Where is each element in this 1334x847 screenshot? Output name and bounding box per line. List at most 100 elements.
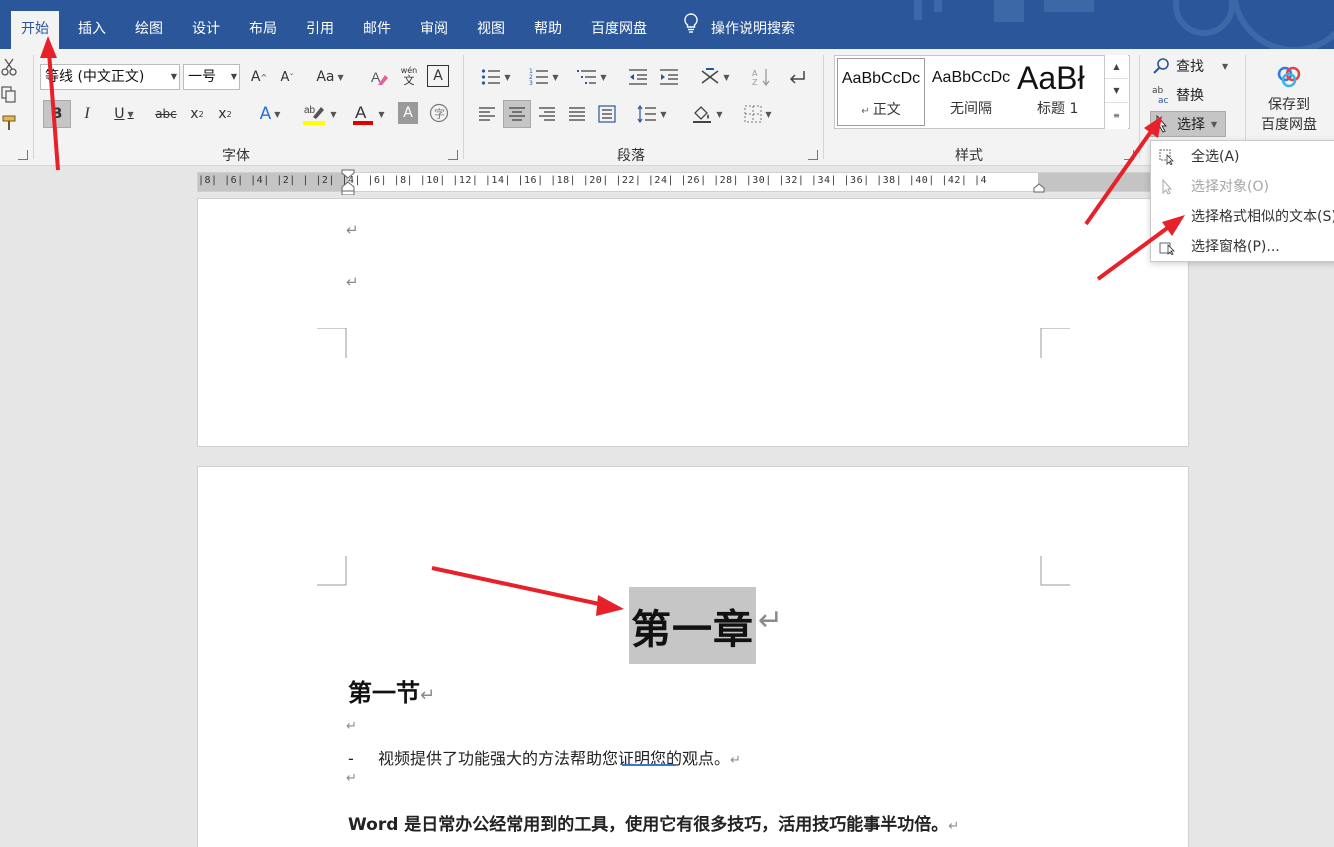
character-shading-button[interactable]: A bbox=[398, 102, 418, 124]
tab-references[interactable]: 引用 bbox=[306, 11, 334, 49]
tab-layout[interactable]: 布局 bbox=[249, 11, 277, 49]
highlight-color-button[interactable]: ab ▼ bbox=[298, 100, 340, 128]
font-color-button[interactable]: A ▼ bbox=[347, 100, 389, 128]
indent-marker-icon[interactable] bbox=[341, 169, 355, 195]
align-left-icon[interactable] bbox=[476, 103, 498, 125]
chapter-heading[interactable]: 第一章 bbox=[629, 587, 756, 664]
paragraph-mark: ↵ bbox=[420, 685, 436, 706]
selection-pane-icon bbox=[1159, 242, 1175, 255]
tab-home[interactable]: 开始 bbox=[11, 11, 59, 49]
subscript-button[interactable]: x2 bbox=[186, 102, 208, 126]
style-preview: AaBł bbox=[1017, 60, 1085, 96]
replace-button[interactable]: ab ac 替换 bbox=[1152, 82, 1204, 108]
sort-icon[interactable]: AZ bbox=[751, 66, 773, 88]
baidu-label-2: 百度网盘 bbox=[1261, 117, 1317, 133]
bullet-line[interactable]: - 视频提供了功能强大的方法帮助您证明您的观点。↵ bbox=[348, 745, 741, 769]
horizontal-ruler[interactable]: |8| |6| |4| |2| | |2| |4| |6| |8| |10| |… bbox=[197, 169, 1188, 195]
scroll-up-icon[interactable]: ▲ bbox=[1105, 55, 1128, 79]
show-formatting-marks-icon[interactable] bbox=[786, 66, 808, 88]
bullets-button[interactable]: ▼ bbox=[476, 66, 516, 88]
separator bbox=[463, 55, 464, 159]
format-painter-icon[interactable] bbox=[0, 113, 18, 133]
find-button[interactable]: 查找 ▼ bbox=[1152, 53, 1228, 79]
cut-icon[interactable] bbox=[0, 57, 18, 77]
document-page-1[interactable]: ↵ ↵ bbox=[197, 198, 1189, 447]
bullet-dash: - bbox=[348, 749, 354, 768]
tab-mailings[interactable]: 邮件 bbox=[363, 11, 391, 49]
clear-formatting-icon[interactable]: A bbox=[368, 66, 390, 88]
document-page-2[interactable]: 第一章 ↵ 第一节↵ ↵ - 视频提供了功能强大的方法帮助您证明您的观点。↵ ↵ … bbox=[197, 466, 1189, 847]
grow-font-icon[interactable]: A ^ bbox=[248, 66, 270, 88]
bold-paragraph[interactable]: Word 是日常办公经常用到的工具，使用它有很多技巧，活用技巧能事半功倍。↵ bbox=[348, 810, 959, 835]
chevron-down-icon: ▼ bbox=[170, 72, 177, 81]
underline-button[interactable]: U ▼ bbox=[106, 102, 142, 126]
multilevel-list-button[interactable]: ▼ bbox=[572, 66, 612, 88]
tell-me-search[interactable]: 操作说明搜索 bbox=[683, 11, 795, 49]
line-spacing-button[interactable]: ▼ bbox=[632, 103, 672, 125]
svg-text:字: 字 bbox=[434, 107, 445, 121]
style-no-spacing[interactable]: AaBbCcDc 无间隔 bbox=[927, 58, 1015, 126]
tab-draw[interactable]: 绘图 bbox=[135, 11, 163, 49]
select-button[interactable]: 选择 ▼ bbox=[1150, 111, 1227, 137]
font-size-box[interactable]: 一号 ▼ bbox=[183, 64, 240, 90]
tab-view[interactable]: 视图 bbox=[477, 11, 505, 49]
superscript-button[interactable]: x2 bbox=[214, 102, 236, 126]
scroll-down-icon[interactable]: ▼ bbox=[1105, 79, 1128, 103]
tab-review[interactable]: 审阅 bbox=[420, 11, 448, 49]
text-effects-button[interactable]: A ▼ bbox=[250, 102, 290, 126]
style-name: 无间隔 bbox=[950, 101, 992, 117]
decrease-indent-icon[interactable] bbox=[626, 66, 650, 88]
enclose-characters-icon[interactable]: 字 bbox=[428, 102, 450, 124]
save-to-baidu-button[interactable]: 保存到 百度网盘 bbox=[1256, 59, 1322, 139]
separator bbox=[1139, 55, 1140, 159]
svg-text:A: A bbox=[355, 103, 367, 122]
paragraph-mark: ↵ bbox=[346, 719, 357, 734]
character-border-icon[interactable]: A bbox=[427, 65, 449, 87]
phonetic-guide-icon[interactable]: wén 文 bbox=[397, 64, 421, 88]
menu-item-select-similar-formatting[interactable]: 选择格式相似的文本(S) bbox=[1151, 203, 1334, 231]
align-center-button[interactable] bbox=[503, 100, 531, 128]
svg-text:Z: Z bbox=[752, 78, 758, 87]
borders-button[interactable]: ▼ bbox=[737, 103, 779, 125]
menu-item-select-objects[interactable]: 选择对象(O) bbox=[1151, 173, 1334, 201]
menu-item-select-all[interactable]: 全选(A) bbox=[1151, 143, 1334, 171]
align-right-icon[interactable] bbox=[536, 103, 558, 125]
distributed-icon[interactable] bbox=[596, 103, 618, 125]
separator bbox=[33, 55, 34, 159]
section-heading-text: 第一节 bbox=[348, 679, 420, 707]
style-preview: AaBbCcDc bbox=[841, 70, 921, 87]
font-dialog-launcher[interactable] bbox=[448, 150, 458, 160]
section-heading[interactable]: 第一节↵ bbox=[348, 673, 435, 708]
paragraph-dialog-launcher[interactable] bbox=[808, 150, 818, 160]
styles-dialog-launcher[interactable] bbox=[1124, 150, 1134, 160]
tab-design[interactable]: 设计 bbox=[192, 11, 220, 49]
strikethrough-button[interactable]: abc bbox=[152, 102, 180, 126]
baidu-cloud-icon bbox=[1277, 66, 1301, 88]
change-case-icon[interactable]: Aa ▼ bbox=[312, 66, 348, 88]
shading-button[interactable]: ▼ bbox=[686, 103, 728, 125]
font-group-label: 字体 bbox=[222, 148, 250, 164]
copy-icon[interactable] bbox=[0, 85, 18, 105]
tab-help[interactable]: 帮助 bbox=[534, 11, 562, 49]
justify-icon[interactable] bbox=[566, 103, 588, 125]
more-styles-icon[interactable]: ≡ bbox=[1105, 103, 1128, 127]
tab-baidu-netdisk[interactable]: 百度网盘 bbox=[591, 11, 647, 49]
right-indent-marker-icon[interactable] bbox=[1033, 183, 1045, 193]
paragraph-mark-icon: ↵ bbox=[861, 106, 873, 117]
shrink-font-icon[interactable]: Aˇ bbox=[276, 66, 298, 88]
margin-corner-mark bbox=[317, 328, 347, 358]
style-normal[interactable]: AaBbCcDc ↵ 正文 bbox=[837, 58, 925, 126]
menu-item-label: 选择窗格(P)... bbox=[1191, 239, 1280, 255]
font-name-box[interactable]: 等线 (中文正文) ▼ bbox=[40, 64, 180, 90]
style-heading-1[interactable]: AaBł 标题 1 bbox=[1017, 58, 1101, 126]
italic-button[interactable]: I bbox=[77, 102, 97, 126]
bold-button[interactable]: B bbox=[43, 100, 71, 128]
increase-indent-icon[interactable] bbox=[657, 66, 681, 88]
paragraph-mark: ↵ bbox=[948, 819, 960, 834]
numbering-button[interactable]: 1 2 3 ▼ bbox=[524, 66, 564, 88]
menu-item-selection-pane[interactable]: 选择窗格(P)... bbox=[1151, 233, 1334, 261]
tab-insert[interactable]: 插入 bbox=[78, 11, 106, 49]
chinese-layout-icon[interactable]: ▼ bbox=[695, 66, 735, 88]
clipboard-dialog-launcher[interactable] bbox=[18, 150, 28, 160]
menu-item-label: 选择对象(O) bbox=[1191, 179, 1269, 195]
